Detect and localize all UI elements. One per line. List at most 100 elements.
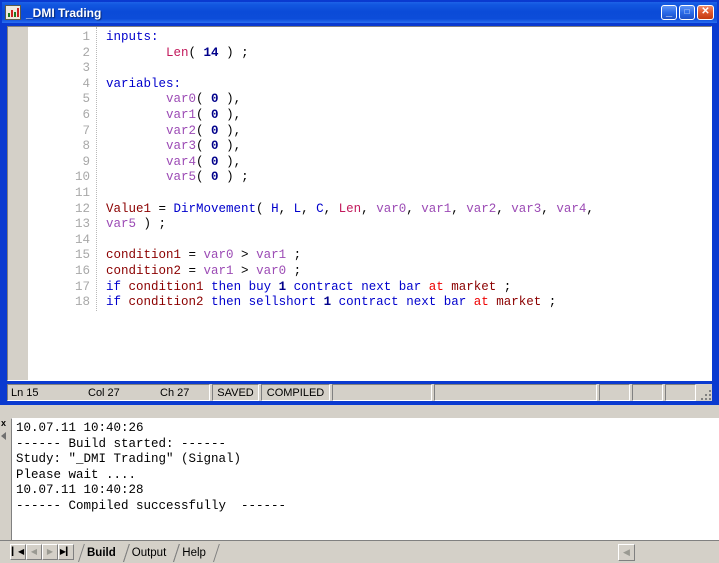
tab-nav-next-button[interactable]: ▶ — [42, 544, 58, 560]
code-token: , — [301, 201, 317, 216]
code-token: 0 — [211, 92, 219, 107]
code-token: condition2 — [128, 295, 204, 310]
code-line[interactable]: 1 inputs: — [28, 30, 711, 46]
code-token: DirMovement — [173, 201, 257, 216]
status-empty-panel-4 — [632, 384, 663, 401]
code-editor-area[interactable]: 1 inputs: 2 Len( 14 ) ; 3 4 variables: 5 var0(… — [7, 26, 712, 381]
output-tabbar: ▎◀ ◀ ▶ ▶▎ Build Output Help ◀ — [0, 540, 719, 563]
collapse-left-icon[interactable] — [1, 432, 6, 440]
code-line-text: var3( 0 ), — [90, 139, 241, 155]
code-token: ), — [218, 139, 242, 154]
line-number: 3 — [82, 61, 90, 76]
code-token: ( — [196, 107, 212, 122]
line-number: 18 — [74, 295, 90, 310]
code-line-text: variables: — [90, 77, 181, 93]
code-token: condition1 — [128, 279, 204, 294]
line-number: 2 — [82, 45, 90, 60]
tab-output[interactable]: Output — [123, 544, 174, 562]
code-token: ( — [196, 92, 212, 107]
next-arrow-icon: ▶ — [46, 547, 54, 556]
code-line[interactable]: 6 var1( 0 ), — [28, 108, 711, 124]
code-token: then — [211, 279, 242, 294]
tab-nav-previous-button[interactable]: ◀ — [26, 544, 42, 560]
code-token: if — [106, 295, 122, 310]
chart-icon — [5, 5, 21, 20]
output-text-area[interactable]: 10.07.11 10:40:26 ------ Build started: -… — [11, 418, 719, 540]
tab-nav-first-button[interactable]: ▎◀ — [10, 544, 26, 560]
output-line: 10.07.11 10:40:28 — [16, 483, 144, 497]
code-token: Len — [166, 45, 189, 60]
code-token: ) ; — [218, 170, 249, 185]
code-token: bar — [398, 279, 422, 294]
code-token: var3 — [166, 139, 197, 154]
status-empty-panel-5 — [665, 384, 696, 401]
output-line: 10.07.11 10:40:26 — [16, 421, 144, 435]
code-line[interactable]: 4 variables: — [28, 77, 711, 93]
tab-nav-last-button[interactable]: ▶▎ — [58, 544, 74, 560]
code-line[interactable]: 15 condition1 = var0 > var1 ; — [28, 248, 711, 264]
code-line-text: var2( 0 ), — [90, 124, 241, 140]
code-line-text: var1( 0 ), — [90, 108, 241, 124]
code-line-text: condition2 = var1 > var0 ; — [90, 264, 301, 280]
code-line-text: Value1 = DirMovement( H, L, C, Len, var0… — [90, 202, 594, 218]
code-line[interactable]: 11 — [28, 186, 711, 202]
minimize-button[interactable]: _ — [661, 5, 677, 20]
code-token: contract — [338, 295, 399, 310]
code-line[interactable]: 7 var2( 0 ), — [28, 124, 711, 140]
code-token: 0 — [211, 170, 219, 185]
maximize-button[interactable]: □ — [679, 5, 695, 20]
code-token: var3 — [511, 201, 542, 216]
status-line: Ln 15 — [11, 386, 39, 399]
code-line[interactable]: 14 — [28, 233, 711, 249]
code-line[interactable]: 10 var5( 0 ) ; — [28, 170, 711, 186]
code-token: 0 — [211, 139, 219, 154]
resize-grip[interactable] — [698, 384, 712, 401]
code-token: var4 — [166, 154, 197, 169]
code-line[interactable]: 13 var5 ) ; — [28, 217, 711, 233]
code-line[interactable]: 2 Len( 14 ) ; — [28, 46, 711, 62]
code-token: contract — [293, 279, 354, 294]
code-line[interactable]: 3 — [28, 61, 711, 77]
code-line[interactable]: 18 if condition2 then sellshort 1 contrac… — [28, 295, 711, 311]
line-number: 16 — [74, 263, 90, 278]
tab-build[interactable]: Build — [78, 544, 123, 562]
code-token: then — [211, 295, 242, 310]
code-token: var2 — [166, 123, 197, 138]
maximize-icon: □ — [684, 7, 690, 16]
close-button[interactable]: ✕ — [697, 5, 714, 20]
close-icon[interactable]: x — [1, 419, 6, 428]
code-line[interactable]: 9 var4( 0 ), — [28, 155, 711, 171]
tab-help[interactable]: Help — [173, 544, 213, 562]
code-line-text: if condition2 then sellshort 1 contract … — [90, 295, 556, 311]
code-line[interactable]: 12 Value1 = DirMovement( H, L, C, Len, va… — [28, 202, 711, 218]
code-line-text: var5 ) ; — [90, 217, 166, 233]
code-line-text: inputs: — [90, 30, 159, 46]
code-scroll-region[interactable]: 1 inputs: 2 Len( 14 ) ; 3 4 variables: 5 var0(… — [28, 27, 711, 380]
code-token: var2 — [466, 201, 497, 216]
code-token: ), — [218, 92, 242, 107]
window-titlebar[interactable]: _DMI Trading _ □ ✕ — [2, 2, 717, 23]
code-line[interactable]: 16 condition2 = var1 > var0 ; — [28, 264, 711, 280]
code-line[interactable]: 5 var0( 0 ), — [28, 92, 711, 108]
code-token: var5 — [166, 170, 197, 185]
code-lines: 1 inputs: 2 Len( 14 ) ; 3 4 variables: 5 var0(… — [28, 27, 711, 311]
code-line[interactable]: 8 var3( 0 ), — [28, 139, 711, 155]
tab-scroll-left-button[interactable]: ◀ — [618, 544, 635, 561]
code-line[interactable]: 17 if condition1 then buy 1 contract next… — [28, 280, 711, 296]
code-token: , — [323, 201, 339, 216]
code-token: bar — [443, 295, 467, 310]
editor-marker-gutter[interactable] — [8, 27, 28, 380]
